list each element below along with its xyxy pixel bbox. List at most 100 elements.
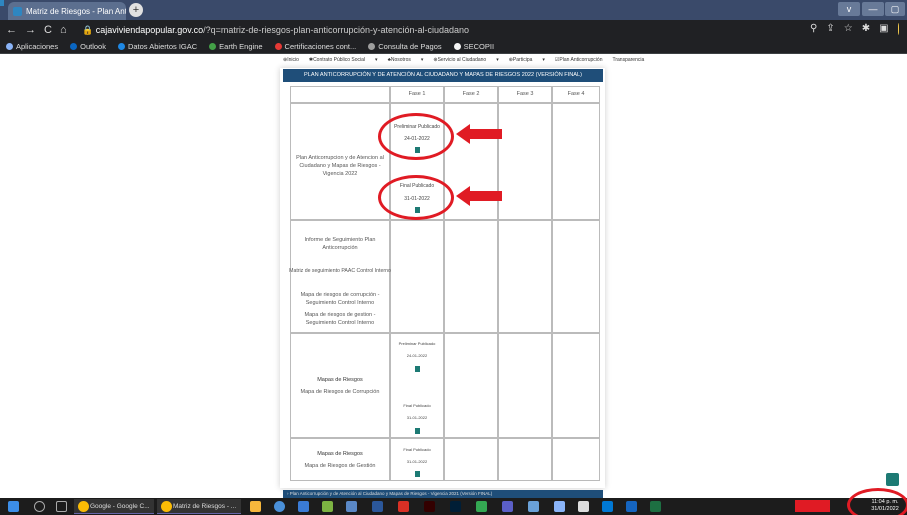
extensions-icon[interactable]: ✱ xyxy=(862,23,870,37)
illustrator-icon[interactable] xyxy=(424,501,435,512)
taskbar-app-label: Google - Google C... xyxy=(90,503,150,510)
restore-button[interactable]: — xyxy=(862,2,884,16)
calculator-icon[interactable] xyxy=(578,501,589,512)
row4-fase3-cell xyxy=(498,438,552,481)
bookmark-item[interactable]: Aplicaciones xyxy=(6,42,58,51)
bookmark-item[interactable]: Earth Engine xyxy=(209,42,263,51)
app-icon[interactable] xyxy=(626,501,637,512)
header-fase3: Fase 3 xyxy=(516,91,534,97)
maximize-button[interactable]: ▢ xyxy=(885,2,905,16)
bookmark-item[interactable]: SECOPII xyxy=(453,42,495,51)
row2-item[interactable]: Mapa de riesgos de corrupción - Seguimie… xyxy=(296,292,384,308)
row4-final-label[interactable]: Final Publicado xyxy=(390,447,444,452)
row2-item[interactable]: Mapa de riesgos de gestion - Seguimiento… xyxy=(293,312,387,328)
row3-prelim-date: 24-01-2022 xyxy=(406,353,428,358)
bookmark-item[interactable]: Datos Abiertos IGAC xyxy=(117,42,197,51)
row2-item[interactable]: Matriz de seguimiento PAAC Control Inter… xyxy=(289,268,391,276)
site-nav-item[interactable]: ✱Contrato Público Social xyxy=(309,57,365,66)
row2-fase4-cell xyxy=(552,220,600,333)
start-icon[interactable] xyxy=(8,501,19,512)
bookmark-label: SECOPII xyxy=(463,42,495,51)
row1-label: Plan Anticorrupcion y de Atencion al Ciu… xyxy=(296,155,384,177)
row4-label-cell xyxy=(290,438,390,481)
minimize-button[interactable]: v xyxy=(838,2,860,16)
search-icon[interactable] xyxy=(34,501,45,512)
row3-final-label[interactable]: Final Publicado xyxy=(390,403,444,408)
site-nav-item[interactable]: ⊕Inicio xyxy=(283,57,299,66)
row3-subtitle[interactable]: Mapa de Riesgos de Corrupción xyxy=(292,389,388,397)
bookmark-label: Earth Engine xyxy=(219,42,263,51)
task-view-icon[interactable] xyxy=(56,501,67,512)
site-nav-item[interactable]: ▾ xyxy=(421,57,424,66)
site-nav-item[interactable]: Transparencia xyxy=(612,57,644,66)
highlight-circle xyxy=(378,175,454,220)
row3-prelim-label[interactable]: Preliminar Publicado xyxy=(390,341,444,346)
scroll-top-icon[interactable] xyxy=(886,473,899,486)
profile-avatar[interactable] xyxy=(897,23,899,35)
row3-fase1-cell xyxy=(390,333,444,438)
favicon-icon xyxy=(13,6,22,16)
url-domain: cajaviviendapopular.gov.co xyxy=(95,25,204,35)
document-icon[interactable] xyxy=(415,428,420,434)
highlight-circle xyxy=(847,488,907,515)
row4-fase2-cell xyxy=(444,438,498,481)
site-nav-item[interactable]: ♣Nosotros xyxy=(388,57,411,66)
pdf-icon[interactable] xyxy=(398,501,409,512)
row2-fase1-cell xyxy=(390,220,444,333)
header-fase2: Fase 2 xyxy=(462,91,480,97)
star-icon[interactable]: ☆ xyxy=(844,23,853,37)
red-arrow-icon xyxy=(456,186,502,206)
new-tab-button[interactable]: + xyxy=(129,3,143,17)
site-nav-item[interactable]: ⊕Participa xyxy=(509,57,533,66)
photoshop-icon[interactable] xyxy=(450,501,461,512)
row3-fase2-cell xyxy=(444,333,498,438)
app-icon[interactable] xyxy=(602,501,613,512)
row4-final-date: 31-01-2022 xyxy=(406,459,428,464)
bookmark-item[interactable]: Outlook xyxy=(70,42,106,51)
taskbar-app-label: Matriz de Riesgos - ... xyxy=(173,503,237,510)
row4-fase4-cell xyxy=(552,438,600,481)
bookmark-icon xyxy=(209,43,217,50)
collapsed-section-bar[interactable]: › Plan Anticorrupción y de Atención al C… xyxy=(283,490,603,498)
app-icon[interactable] xyxy=(274,501,285,512)
bookmark-item[interactable]: Consulta de Pagos xyxy=(368,42,442,51)
bookmark-icon xyxy=(117,43,125,50)
home-icon[interactable]: ⌂ xyxy=(60,24,67,36)
file-explorer-icon[interactable] xyxy=(250,501,261,512)
site-nav-item[interactable]: ▾ xyxy=(375,57,378,66)
site-nav-item[interactable]: ⊕Servicio al Ciudadano xyxy=(433,57,486,66)
row2-item[interactable]: Informe de Seguimiento Plan Anticorrupci… xyxy=(296,237,384,253)
reload-icon[interactable]: C xyxy=(44,24,52,36)
forward-icon[interactable]: → xyxy=(25,24,36,36)
share-icon[interactable]: ⇪ xyxy=(826,23,834,37)
row3-fase4-cell xyxy=(552,333,600,438)
app-icon[interactable] xyxy=(554,501,565,512)
document-icon[interactable] xyxy=(415,366,420,372)
app-icon[interactable] xyxy=(528,501,539,512)
bookmark-item[interactable]: Certificaciones cont... xyxy=(274,42,356,51)
site-nav-item[interactable]: ▾ xyxy=(496,57,499,66)
word-icon[interactable] xyxy=(372,501,383,512)
teams-icon[interactable] xyxy=(502,501,513,512)
app-icon[interactable] xyxy=(298,501,309,512)
browser-tab[interactable]: Matriz de Riesgos - Plan Antico... × xyxy=(8,2,126,20)
header-fase4: Fase 4 xyxy=(567,91,585,97)
excel-icon[interactable] xyxy=(650,501,661,512)
bookmark-icon xyxy=(368,43,376,50)
site-nav-item[interactable]: ▾ xyxy=(542,57,545,66)
sidepanel-icon[interactable]: ▣ xyxy=(879,23,888,37)
blue-strip xyxy=(0,0,4,6)
app-icon[interactable] xyxy=(346,501,357,512)
search-icon[interactable]: ⚲ xyxy=(810,23,817,37)
app-icon[interactable] xyxy=(322,501,333,512)
row4-subtitle[interactable]: Mapa de Riesgos de Gestión xyxy=(292,463,388,471)
bookmark-icon xyxy=(6,43,13,50)
bookmark-label: Aplicaciones xyxy=(16,42,59,51)
address-bar[interactable]: 🔒 cajaviviendapopular.gov.co/?q=matriz-d… xyxy=(82,23,742,37)
document-icon[interactable] xyxy=(415,471,420,477)
back-icon[interactable]: ← xyxy=(6,24,17,36)
screenshot-root: Matriz de Riesgos - Plan Antico... × + v… xyxy=(0,0,907,515)
row3-final-date: 31-01-2022 xyxy=(406,415,428,420)
site-nav-item[interactable]: ☑Plan Anticorrupción xyxy=(555,57,603,66)
app-icon[interactable] xyxy=(476,501,487,512)
